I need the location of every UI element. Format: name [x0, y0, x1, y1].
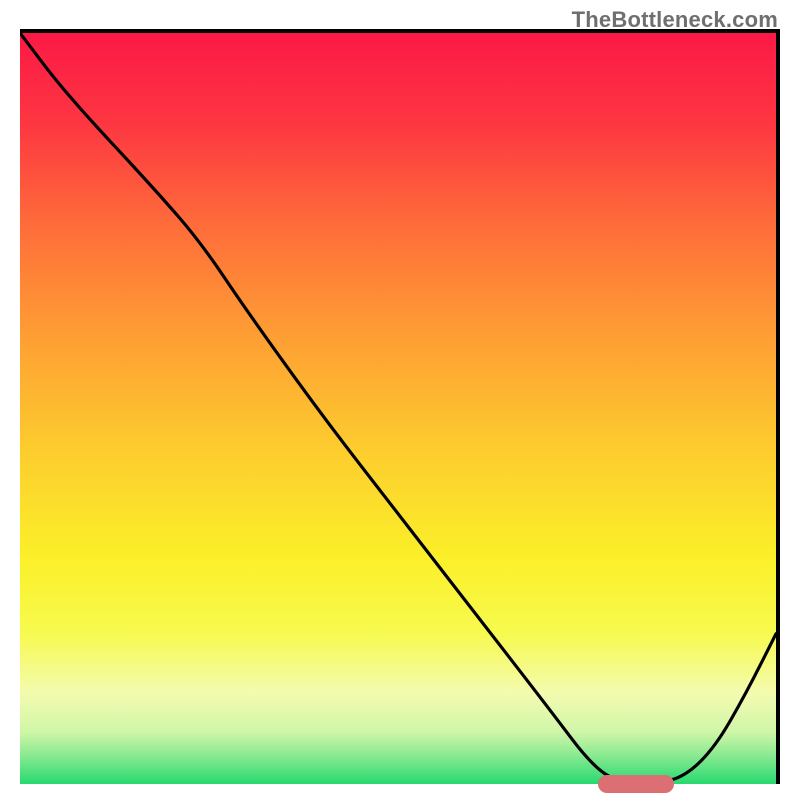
- chart-container: [20, 29, 780, 784]
- optimal-range-marker: [598, 775, 674, 793]
- chart-curve: [20, 33, 776, 784]
